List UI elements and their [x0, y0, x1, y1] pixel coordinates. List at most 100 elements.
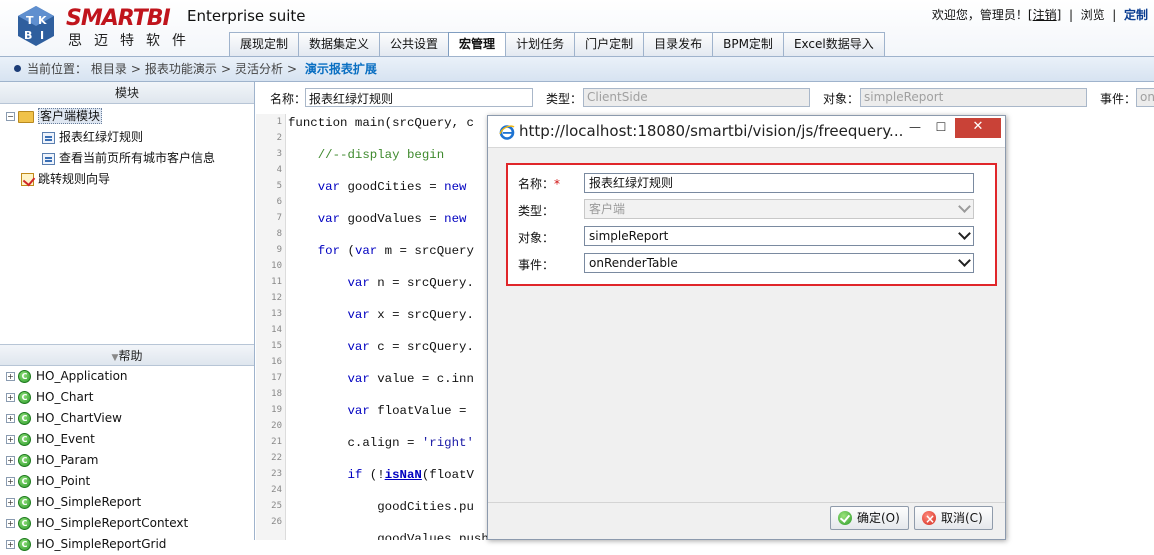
event-field: on	[1136, 88, 1154, 107]
line-number: 26	[271, 517, 282, 527]
suite-title: Enterprise suite	[187, 7, 306, 25]
tree-node[interactable]: − 客户端模块	[0, 106, 254, 127]
code-token: for	[317, 244, 341, 258]
breadcrumb-item[interactable]: 灵活分析	[235, 62, 283, 76]
tree-node[interactable]: 报表红绿灯规则	[0, 127, 254, 148]
name-field[interactable]: 报表红绿灯规则	[305, 88, 533, 107]
help-class-item[interactable]: + C HO_Param	[0, 450, 254, 471]
maximize-button[interactable]: ☐	[928, 118, 954, 138]
code-token: 'right'	[421, 436, 474, 450]
code-token: m = srcQuery	[377, 244, 474, 258]
browse-link[interactable]: 浏览	[1081, 8, 1105, 22]
name-label: 名称：	[270, 92, 307, 106]
dialog-type-value: 客户端	[589, 202, 626, 216]
tab-8[interactable]: Excel数据导入	[782, 32, 885, 56]
help-class-item[interactable]: + C HO_Chart	[0, 387, 254, 408]
code-line: function main(srcQuery, c	[288, 116, 474, 130]
expand-toggle-icon[interactable]: +	[6, 435, 15, 444]
cancel-button[interactable]: 取消(C)	[914, 506, 993, 530]
code-token: var	[347, 404, 370, 418]
code-token: var	[347, 340, 370, 354]
help-class-item[interactable]: + C HO_SimpleReportGrid	[0, 534, 254, 555]
welcome-text: 欢迎您，管理员！[	[931, 8, 1033, 22]
expand-toggle-icon[interactable]: +	[6, 540, 15, 549]
help-class-item[interactable]: + C HO_Event	[0, 429, 254, 450]
code-token: var	[317, 212, 341, 226]
chevron-down-icon	[958, 254, 971, 267]
tab-3[interactable]: 宏管理	[448, 32, 507, 57]
dialog-event-select[interactable]: onRenderTable	[584, 253, 974, 273]
macro-form: 名称：* 报表红绿灯规则 类型： 客户端 对象： simpleReport 事件…	[506, 163, 997, 286]
collapse-toggle-icon[interactable]: −	[6, 112, 15, 121]
dialog-object-select[interactable]: simpleReport	[584, 226, 974, 246]
code-token: x = srcQuery.	[369, 308, 474, 322]
left-panel: 模块 − 客户端模块 报表红绿灯规则 查看当前页所有城市客户信息 跳转规则向导 ▼帮助 …	[0, 82, 255, 551]
expand-toggle-icon[interactable]: +	[6, 477, 15, 486]
close-button[interactable]: ✕	[955, 118, 1001, 138]
code-token: n = srcQuery.	[369, 276, 474, 290]
line-number: 16	[271, 357, 282, 367]
macro-doc-icon	[42, 152, 55, 165]
breadcrumb-item[interactable]: 根目录	[91, 62, 127, 76]
tab-0[interactable]: 展现定制	[229, 32, 300, 56]
macro-doc-icon	[42, 131, 55, 144]
expand-toggle-icon[interactable]: +	[6, 393, 15, 402]
logout-link[interactable]: 注销	[1033, 8, 1057, 22]
help-class-item[interactable]: + C HO_SimpleReportContext	[0, 513, 254, 534]
type-label: 类型：	[546, 92, 583, 106]
svg-text:K: K	[38, 14, 47, 27]
tree-node[interactable]: 跳转规则向导	[0, 169, 254, 190]
breadcrumb-separator: >	[287, 62, 298, 76]
ok-button[interactable]: 确定(O)	[830, 506, 909, 530]
help-class-item[interactable]: + C HO_Application	[0, 366, 254, 387]
tab-6[interactable]: 目录发布	[643, 32, 714, 56]
code-line: var c = srcQuery.	[288, 340, 474, 354]
customize-link[interactable]: 定制	[1124, 8, 1148, 22]
breadcrumb-item[interactable]: 报表功能演示	[145, 62, 217, 76]
help-panel-header[interactable]: ▼帮助	[0, 344, 254, 366]
dialog-name-input[interactable]: 报表红绿灯规则	[584, 173, 974, 193]
tab-2[interactable]: 公共设置	[379, 32, 450, 56]
expand-toggle-icon[interactable]: +	[6, 519, 15, 528]
object-label: 对象：	[823, 92, 860, 106]
line-number: 10	[271, 261, 282, 271]
minimize-button[interactable]: —	[902, 118, 928, 138]
dialog-titlebar[interactable]: http://localhost:18080/smartbi/vision/js…	[488, 116, 1005, 147]
help-class-item[interactable]: + C HO_SimpleReport	[0, 492, 254, 513]
line-number: 5	[276, 181, 282, 191]
code-token: if	[347, 468, 363, 482]
macro-dialog: http://localhost:18080/smartbi/vision/js…	[487, 115, 1006, 540]
expand-toggle-icon[interactable]: +	[6, 456, 15, 465]
expand-toggle-icon[interactable]: +	[6, 414, 15, 423]
tab-1[interactable]: 数据集定义	[298, 32, 381, 56]
code-line: //--display begin	[288, 148, 444, 162]
chevron-down-icon	[958, 227, 971, 240]
code-token: var	[347, 308, 370, 322]
line-number: 21	[271, 437, 282, 447]
code-token: new	[444, 180, 467, 194]
cancel-icon	[922, 508, 936, 530]
tab-4[interactable]: 计划任务	[505, 32, 576, 56]
code-token: (!	[362, 468, 385, 482]
line-number: 20	[271, 421, 282, 431]
tree-node[interactable]: 查看当前页所有城市客户信息	[0, 148, 254, 169]
code-line: var x = srcQuery.	[288, 308, 474, 322]
location-bullet-icon	[14, 65, 21, 72]
code-token: new	[444, 212, 467, 226]
tab-7[interactable]: BPM定制	[712, 32, 784, 56]
tree-node-label: 客户端模块	[38, 108, 103, 124]
code-token: c.align =	[288, 436, 422, 450]
expand-toggle-icon[interactable]: +	[6, 372, 15, 381]
dialog-event-value: onRenderTable	[589, 256, 678, 270]
help-class-item[interactable]: + C HO_Point	[0, 471, 254, 492]
tree-node-label: 查看当前页所有城市客户信息	[59, 151, 216, 165]
help-class-item[interactable]: + C HO_ChartView	[0, 408, 254, 429]
welcome-end: ]	[1056, 8, 1062, 22]
expand-toggle-icon[interactable]: +	[6, 498, 15, 507]
help-class-label: HO_SimpleReport	[36, 495, 142, 509]
dialog-event-label: 事件：	[518, 258, 555, 272]
tab-5[interactable]: 门户定制	[574, 32, 645, 56]
